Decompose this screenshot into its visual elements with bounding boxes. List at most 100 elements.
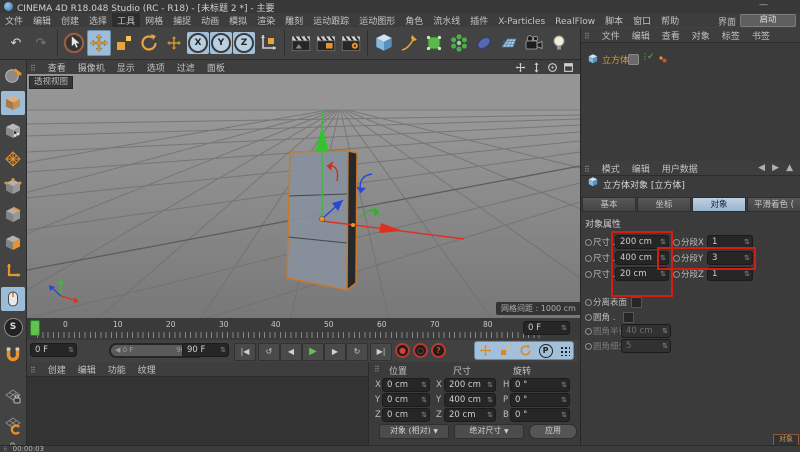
anim-dot-icon[interactable] (585, 328, 592, 335)
add-environment-button[interactable] (472, 30, 496, 56)
add-floor-button[interactable] (497, 30, 521, 56)
points-mode[interactable] (1, 175, 25, 199)
minimize-button[interactable]: — (759, 0, 768, 10)
size-y-field[interactable]: 400 cm⇅ (444, 393, 496, 407)
menu-file[interactable]: 文件 (0, 13, 28, 28)
mat-menu-texture[interactable]: 纹理 (132, 362, 162, 377)
cube-size-y-field[interactable]: 400 cm⇅ (615, 251, 669, 265)
anim-dot-icon[interactable] (673, 239, 680, 246)
record-rotation-toggle[interactable] (519, 344, 532, 357)
range-end-field[interactable]: 90 F⇅ (182, 343, 229, 357)
vp-menu-cameras[interactable]: 摄像机 (72, 60, 111, 75)
autokey-button[interactable]: ○ (413, 343, 428, 358)
om-menu-objects[interactable]: 对象 (686, 28, 716, 43)
material-lock-icon[interactable] (1, 385, 25, 409)
prev-key-button[interactable]: ↺ (258, 343, 280, 361)
polygons-mode[interactable] (1, 231, 25, 255)
menu-tools[interactable]: 工具 (112, 13, 140, 28)
pos-z-field[interactable]: 0 cm⇅ (382, 408, 430, 422)
timeline-ruler[interactable]: 0 10 20 30 40 50 60 70 80 90 0 F⇅ (27, 318, 580, 341)
enabled-check-icon[interactable]: ✓ (647, 52, 655, 62)
render-view-button[interactable] (289, 30, 313, 56)
vp-menu-panel[interactable]: 面板 (201, 60, 231, 75)
vp-menu-view[interactable]: 查看 (42, 60, 72, 75)
mat-menu-edit[interactable]: 编辑 (72, 362, 102, 377)
fillet-checkbox[interactable] (623, 312, 634, 323)
redo-button[interactable]: ↷ (29, 30, 53, 56)
apply-button[interactable]: 应用 (529, 424, 577, 439)
object-row-cube[interactable]: 立方体 ⋮ ✓ (581, 52, 800, 66)
menu-mograph[interactable]: 运动图形 (354, 13, 400, 28)
axis-mode[interactable] (1, 259, 25, 283)
last-tool[interactable] (162, 30, 186, 56)
menu-edit[interactable]: 编辑 (28, 13, 56, 28)
render-settings-button[interactable] (339, 30, 363, 56)
layer-square-icon[interactable] (628, 54, 639, 65)
viewport-solo-mode[interactable] (1, 287, 25, 311)
menu-plugins[interactable]: 插件 (465, 13, 493, 28)
am-menu-userdata[interactable]: 用户数据 (656, 161, 704, 176)
render-to-pv-button[interactable] (314, 30, 338, 56)
play-button[interactable]: ▶ (302, 343, 324, 361)
om-menu-edit[interactable]: 编辑 (626, 28, 656, 43)
anim-dot-icon[interactable] (585, 299, 592, 306)
add-deformer-button[interactable] (447, 30, 471, 56)
rot-b-field[interactable]: 0 °⇅ (510, 408, 570, 422)
add-spline-button[interactable] (397, 30, 421, 56)
record-parameter-toggle[interactable]: P (539, 344, 553, 358)
texture-paint-mode[interactable] (1, 63, 25, 87)
cube-size-z-field[interactable]: 20 cm⇅ (615, 267, 669, 281)
menu-simulate[interactable]: 模拟 (224, 13, 252, 28)
menu-create[interactable]: 创建 (56, 13, 84, 28)
menu-mesh[interactable]: 网格 (140, 13, 168, 28)
anim-dot-icon[interactable] (585, 271, 592, 278)
menu-character[interactable]: 角色 (400, 13, 428, 28)
object-name[interactable]: 立方体 (602, 53, 629, 66)
panel-grip-icon[interactable]: ⠿ (27, 364, 39, 377)
viewport-toggle-icon[interactable] (562, 61, 574, 73)
mat-menu-function[interactable]: 功能 (102, 362, 132, 377)
texture-mode[interactable] (1, 119, 25, 143)
mat-menu-create[interactable]: 创建 (42, 362, 72, 377)
coord-mode-dropdown[interactable]: 对象 (相对) ▼ (379, 424, 449, 439)
menu-snap[interactable]: 捕捉 (168, 13, 196, 28)
history-up-icon[interactable]: ▲ (786, 163, 793, 173)
menu-pipeline[interactable]: 流水线 (428, 13, 465, 28)
next-frame-button[interactable]: ▶ (324, 343, 346, 361)
menu-window[interactable]: 窗口 (628, 13, 656, 28)
z-axis-lock[interactable]: Z (233, 32, 255, 54)
prev-frame-button[interactable]: ◀ (280, 343, 302, 361)
record-position-toggle[interactable] (479, 344, 492, 357)
vp-menu-filter[interactable]: 过滤 (171, 60, 201, 75)
size-z-field[interactable]: 20 cm⇅ (444, 408, 496, 422)
move-tool[interactable] (87, 30, 111, 56)
scale-tool[interactable] (112, 30, 136, 56)
anim-dot-icon[interactable] (585, 343, 592, 350)
tab-object[interactable]: 对象 (692, 197, 746, 212)
panel-grip-icon[interactable]: ⠿ (581, 163, 593, 176)
layout-dropdown[interactable]: 启动 (740, 14, 796, 27)
cube-seg-x-field[interactable]: 1⇅ (707, 235, 753, 249)
magnet-snap-toggle[interactable] (1, 343, 25, 367)
goto-start-button[interactable]: |◀ (234, 343, 256, 361)
add-generator-button[interactable] (422, 30, 446, 56)
am-menu-edit[interactable]: 编辑 (626, 161, 656, 176)
tab-phong[interactable]: 平滑着色 ( (747, 197, 800, 212)
history-back-icon[interactable]: ◀ (758, 163, 765, 173)
rotate-tool[interactable] (137, 30, 161, 56)
phong-tag-icon[interactable] (658, 54, 668, 64)
range-start-field[interactable]: 0 F⇅ (30, 343, 77, 357)
edges-mode[interactable] (1, 203, 25, 227)
panel-grip-icon[interactable]: ⠿ (581, 30, 593, 43)
pos-y-field[interactable]: 0 cm⇅ (382, 393, 430, 407)
add-camera-button[interactable] (522, 30, 546, 56)
anim-dot-icon[interactable] (585, 314, 592, 321)
live-select-tool[interactable] (62, 30, 86, 56)
cube-seg-z-field[interactable]: 1⇅ (707, 267, 753, 281)
tab-basic[interactable]: 基本 (582, 197, 636, 212)
vp-menu-options[interactable]: 选项 (141, 60, 171, 75)
snap-toggle[interactable]: S (1, 315, 25, 339)
anim-dot-icon[interactable] (585, 239, 592, 246)
y-axis-lock[interactable]: Y (210, 32, 232, 54)
anim-dot-icon[interactable] (673, 271, 680, 278)
